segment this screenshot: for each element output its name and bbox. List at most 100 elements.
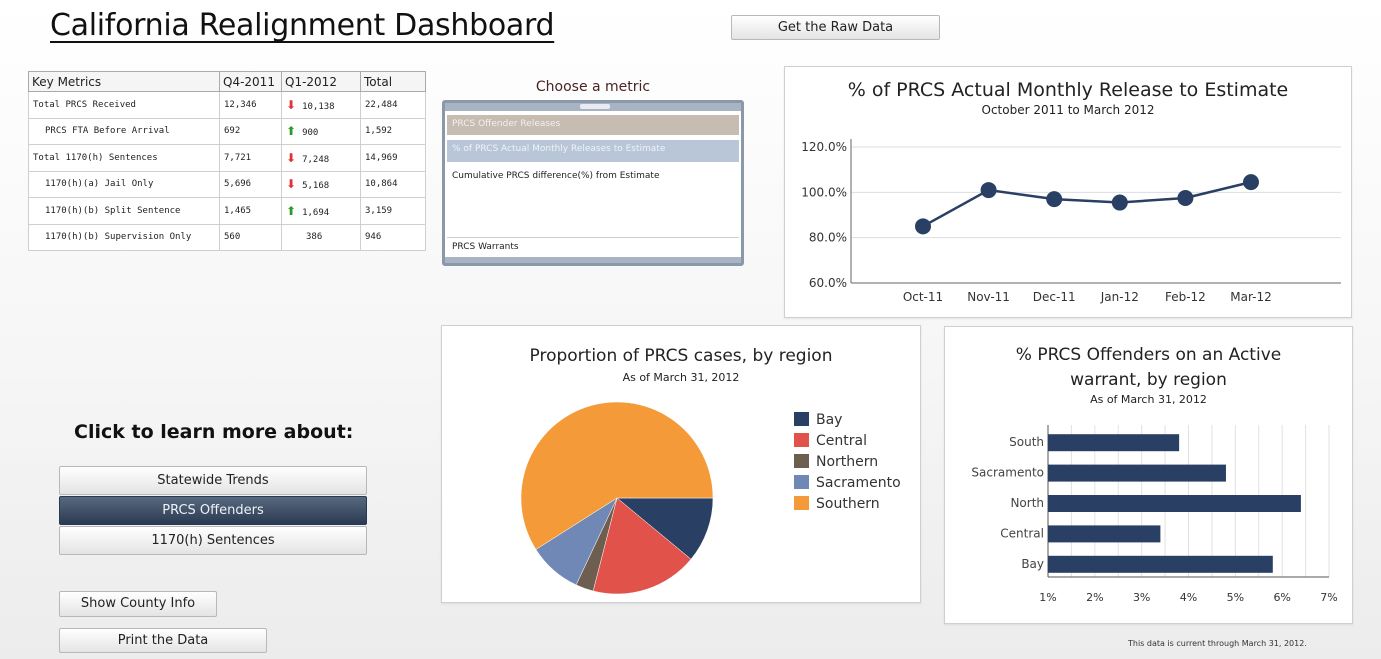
metric-q1-cell: ⬇ 5,168 [281, 170, 361, 198]
legend-swatch [794, 433, 809, 447]
metric-q4-value: 5,696 [219, 170, 282, 198]
metric-total-value: 946 [360, 223, 426, 251]
metric-label: Total 1170(h) Sentences [28, 144, 220, 172]
metric-q1-cell: ⬆ 1,694 [281, 197, 361, 225]
metric-q4-value: 7,721 [219, 144, 282, 172]
table-row: Total PRCS Received 12,346 ⬇ 10,138 22,484 [28, 91, 426, 119]
metric-total-value: 1,592 [360, 117, 426, 145]
y-tick-label: Sacramento [971, 466, 1044, 480]
legend-label: Sacramento [816, 475, 901, 491]
metric-q1-value: 10,138 [302, 101, 335, 112]
scroll-up-handle[interactable] [445, 103, 741, 111]
bar-chart-panel: % PRCS Offenders on an Active warrant, b… [944, 326, 1353, 624]
column-header: Q4-2011 [219, 71, 282, 92]
data-point [1111, 194, 1128, 211]
table-row: PRCS FTA Before Arrival 692 ⬆ 900 1,592 [28, 117, 426, 145]
show-county-info-button[interactable]: Show County Info [59, 591, 217, 617]
table-row: Total 1170(h) Sentences 7,721 ⬇ 7,248 14,969 [28, 144, 426, 172]
x-tick-label: Oct-11 [903, 290, 943, 304]
metric-q1-value: 900 [302, 128, 319, 139]
metric-total-value: 10,864 [360, 170, 426, 198]
metric-label: 1170(h)(b) Supervision Only [28, 223, 220, 251]
y-tick-label: 120.0% [801, 140, 847, 154]
down-arrow-icon: ⬇ [286, 177, 297, 192]
metric-total-value: 14,969 [360, 144, 426, 172]
column-header: Key Metrics [28, 71, 220, 92]
y-tick-label: 100.0% [801, 185, 847, 199]
prcs-offenders-button[interactable]: PRCS Offenders [59, 496, 367, 525]
data-point [1243, 174, 1259, 191]
line-chart-panel: % of PRCS Actual Monthly Release to Esti… [784, 66, 1352, 318]
metric-total-value: 22,484 [360, 91, 426, 119]
line-chart: 60.0% 80.0% 100.0% 120.0% Oct-11 Nov-11 Dec-11… [801, 139, 1341, 304]
table-row: 1170(h)(b) Supervision Only 560 386 946 [28, 223, 426, 251]
legend-label: Northern [816, 454, 878, 470]
metric-total-value: 3,159 [360, 197, 426, 225]
bar [1048, 555, 1273, 573]
sentences-1170h-button[interactable]: 1170(h) Sentences [59, 526, 367, 555]
metric-q4-value: 560 [219, 223, 282, 251]
y-tick-label: 60.0% [809, 276, 847, 290]
up-arrow-icon: ⬆ [286, 124, 297, 139]
metric-q1-value: 7,248 [302, 154, 330, 165]
metric-q4-value: 12,346 [219, 91, 282, 119]
pie-chart-panel: Proportion of PRCS cases, by region As o… [441, 325, 921, 603]
bar [1048, 464, 1226, 482]
learn-more-heading: Click to learn more about: [74, 421, 354, 443]
chooser-title: Choose a metric [535, 79, 651, 95]
bar-chart: 1% 2% 3% 4% 5% 6% 7% South Sacramento North Centra… [971, 425, 1338, 604]
data-point [980, 182, 997, 199]
bar [1048, 495, 1301, 512]
legend-label: Central [816, 433, 867, 449]
metric-q1-value: 386 [306, 232, 323, 243]
statewide-trends-button[interactable]: Statewide Trends [59, 466, 367, 495]
metric-option-release-to-estimate[interactable]: % of PRCS Actual Monthly Releases to Est… [447, 140, 739, 162]
metric-option-releases[interactable]: PRCS Offender Releases [447, 115, 739, 135]
table-row: 1170(h)(b) Split Sentence 1,465 ⬆ 1,694 3,15… [28, 197, 426, 225]
data-point [1046, 191, 1063, 208]
x-tick-label: Nov-11 [967, 290, 1010, 304]
y-tick-label: Bay [1021, 557, 1044, 571]
pie-chart: Bay Central Northern Sacramento Southern [520, 401, 901, 595]
metric-q4-value: 692 [219, 117, 282, 145]
metric-label: PRCS FTA Before Arrival [28, 117, 220, 145]
x-tick-label: 6% [1273, 591, 1290, 604]
x-tick-label: 5% [1227, 591, 1244, 604]
metric-list[interactable]: PRCS Offender Releases % of PRCS Actual … [442, 100, 744, 266]
column-header: Total [360, 71, 426, 92]
metric-q1-cell: 386 [281, 223, 361, 251]
legend-label: Bay [816, 412, 842, 428]
legend-swatch [794, 496, 809, 510]
bar [1048, 434, 1180, 452]
y-tick-label: North [1010, 496, 1044, 510]
table-row: 1170(h)(a) Jail Only 5,696 ⬇ 5,168 10,864 [28, 170, 426, 198]
metric-q1-cell: ⬇ 7,248 [281, 144, 361, 172]
metric-option-warrants[interactable]: PRCS Warrants [447, 237, 739, 257]
down-arrow-icon: ⬇ [286, 97, 297, 112]
scroll-down-handle[interactable] [445, 257, 741, 263]
metric-label: 1170(h)(a) Jail Only [28, 170, 220, 198]
x-tick-label: 1% [1039, 591, 1056, 604]
down-arrow-icon: ⬇ [286, 150, 297, 165]
series-line [922, 180, 1252, 228]
legend-swatch [794, 475, 809, 489]
x-tick-label: 2% [1086, 591, 1103, 604]
x-tick-label: 4% [1180, 591, 1197, 604]
y-tick-label: 80.0% [809, 231, 847, 245]
legend-swatch [794, 412, 809, 426]
x-tick-label: Mar-12 [1230, 290, 1271, 304]
data-point [1177, 190, 1194, 206]
legend-label: Southern [816, 496, 880, 512]
metric-option-cumulative-difference[interactable]: Cumulative PRCS difference(%) from Estim… [447, 167, 739, 187]
key-metrics-table: Key Metrics Q4-2011 Q1-2012 Total Total … [28, 71, 426, 251]
x-tick-label: Jan-12 [1100, 290, 1139, 304]
print-data-button[interactable]: Print the Data [59, 628, 267, 653]
x-tick-label: Dec-11 [1033, 290, 1076, 304]
x-tick-label: Feb-12 [1165, 290, 1206, 304]
column-header: Q1-2012 [281, 71, 361, 92]
metric-label: Total PRCS Received [28, 91, 220, 119]
metric-q4-value: 1,465 [219, 197, 282, 225]
get-raw-data-button[interactable]: Get the Raw Data [731, 15, 940, 40]
metric-q1-cell: ⬇ 10,138 [281, 91, 361, 119]
x-tick-label: 7% [1320, 591, 1337, 604]
